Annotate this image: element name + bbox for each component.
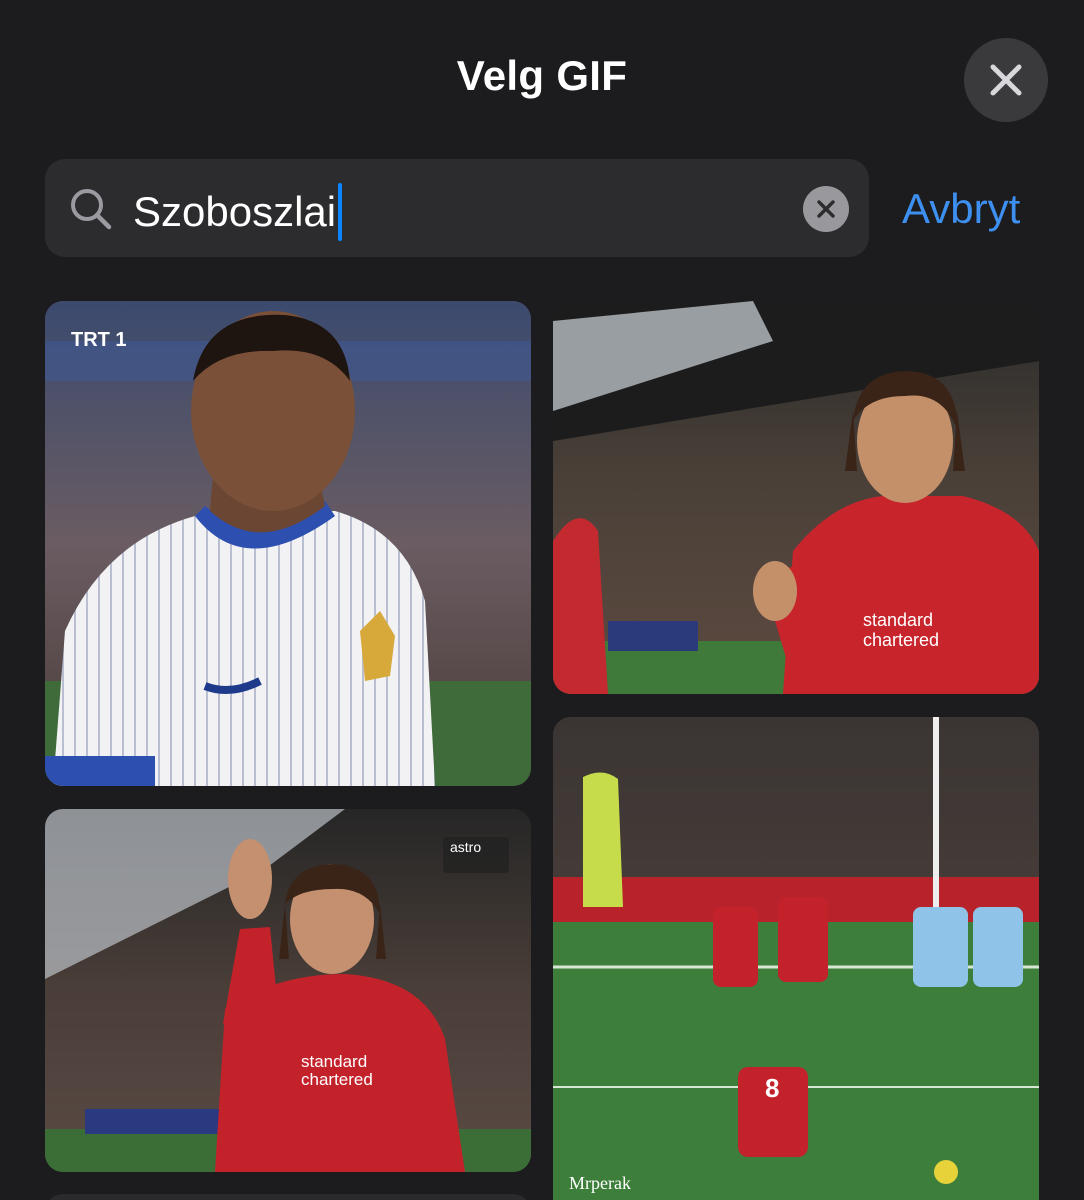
gif-thumbnail-image: 8 bbox=[553, 717, 1039, 1200]
svg-text:chartered: chartered bbox=[863, 630, 939, 650]
search-input[interactable]: Szoboszlai bbox=[133, 183, 343, 241]
page-title: Velg GIF bbox=[456, 52, 628, 99]
search-icon bbox=[71, 189, 112, 230]
text-caret bbox=[338, 183, 343, 241]
svg-text:standard: standard bbox=[863, 610, 933, 630]
search-field[interactable]: Szoboszlai bbox=[45, 159, 869, 257]
gif-result[interactable] bbox=[45, 1194, 531, 1200]
gif-result[interactable]: standard chartered astro bbox=[45, 809, 531, 1172]
gif-thumbnail-image: standard chartered bbox=[553, 301, 1039, 694]
svg-text:standard: standard bbox=[301, 1052, 367, 1071]
close-button[interactable] bbox=[964, 38, 1048, 122]
gif-thumbnail-image bbox=[45, 301, 531, 786]
channel-logo: astro bbox=[450, 839, 482, 855]
search-input-value: Szoboszlai bbox=[133, 188, 337, 235]
gif-thumbnail-image: standard chartered bbox=[45, 809, 531, 1172]
gif-result[interactable]: standard chartered bbox=[553, 301, 1039, 694]
channel-logo: TRT 1 bbox=[71, 329, 127, 351]
svg-text:chartered: chartered bbox=[301, 1070, 373, 1089]
clear-search-button[interactable] bbox=[803, 186, 849, 232]
gif-result[interactable]: TRT 1 bbox=[45, 301, 531, 786]
svg-text:8: 8 bbox=[765, 1073, 779, 1103]
watermark: Mrperak bbox=[569, 1173, 631, 1193]
clear-icon bbox=[817, 200, 835, 218]
cancel-button[interactable]: Avbryt bbox=[902, 185, 1020, 233]
close-icon bbox=[990, 64, 1022, 96]
gif-picker-sheet: Velg GIF Szoboszlai Avbryt TRT 1 standar… bbox=[0, 0, 1084, 1200]
gif-result[interactable]: 8 Mrperak bbox=[553, 717, 1039, 1200]
